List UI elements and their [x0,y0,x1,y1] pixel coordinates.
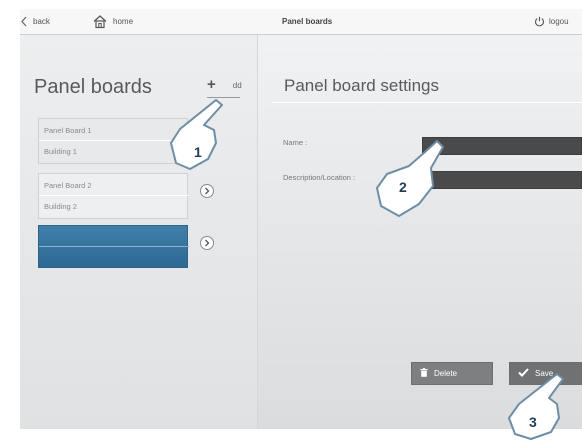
add-button[interactable]: + dd [207,76,242,93]
divider [39,140,189,141]
step-number: 3 [529,414,537,430]
step-callout-1: 1 [168,97,230,184]
add-label: dd [232,80,242,90]
back-label: back [33,17,50,26]
divider [39,246,189,247]
delete-button[interactable]: Delete [411,362,493,385]
chevron-right-icon[interactable] [200,184,214,198]
home-icon [92,14,108,29]
plus-icon: + [207,76,216,93]
panel-board-name: Panel Board 2 [44,181,92,190]
description-label: Description/Location : [283,173,356,182]
pointing-hand-icon [376,140,444,217]
divider [39,195,189,196]
step-callout-3: 3 [505,372,567,441]
name-label: Name : [283,138,308,147]
pointing-hand-icon [170,99,223,170]
home-button[interactable]: home [92,14,133,29]
logout-button[interactable]: logou [534,16,569,27]
back-button[interactable]: back [20,16,50,27]
app-screen: back home Panel boards logou Panel board… [20,9,582,429]
logout-label: logou [549,17,569,26]
panel-board-item[interactable]: Panel Board 1 Building 1 [38,118,189,164]
delete-label: Delete [434,369,458,378]
panel-board-location: Building 1 [44,147,77,156]
chevron-left-icon [20,16,28,27]
page-title: Panel boards [282,17,333,26]
panel-boards-heading: Panel boards [34,76,152,98]
trash-icon [420,368,428,379]
power-icon [534,16,545,27]
divider [272,102,582,103]
new-panel-board-item[interactable] [38,225,189,268]
top-bar: back home Panel boards logou [20,9,582,35]
panel-board-name: Panel Board 1 [44,126,92,135]
pointing-hand-icon [508,373,564,440]
panel-board-item[interactable]: Panel Board 2 Building 2 [38,173,189,219]
settings-heading: Panel board settings [284,76,439,95]
chevron-right-icon[interactable] [200,236,214,250]
step-number: 2 [399,179,407,195]
panel-board-location: Building 2 [44,202,77,211]
step-number: 1 [194,144,202,160]
step-callout-2: 2 [373,138,447,225]
home-label: home [113,17,134,26]
